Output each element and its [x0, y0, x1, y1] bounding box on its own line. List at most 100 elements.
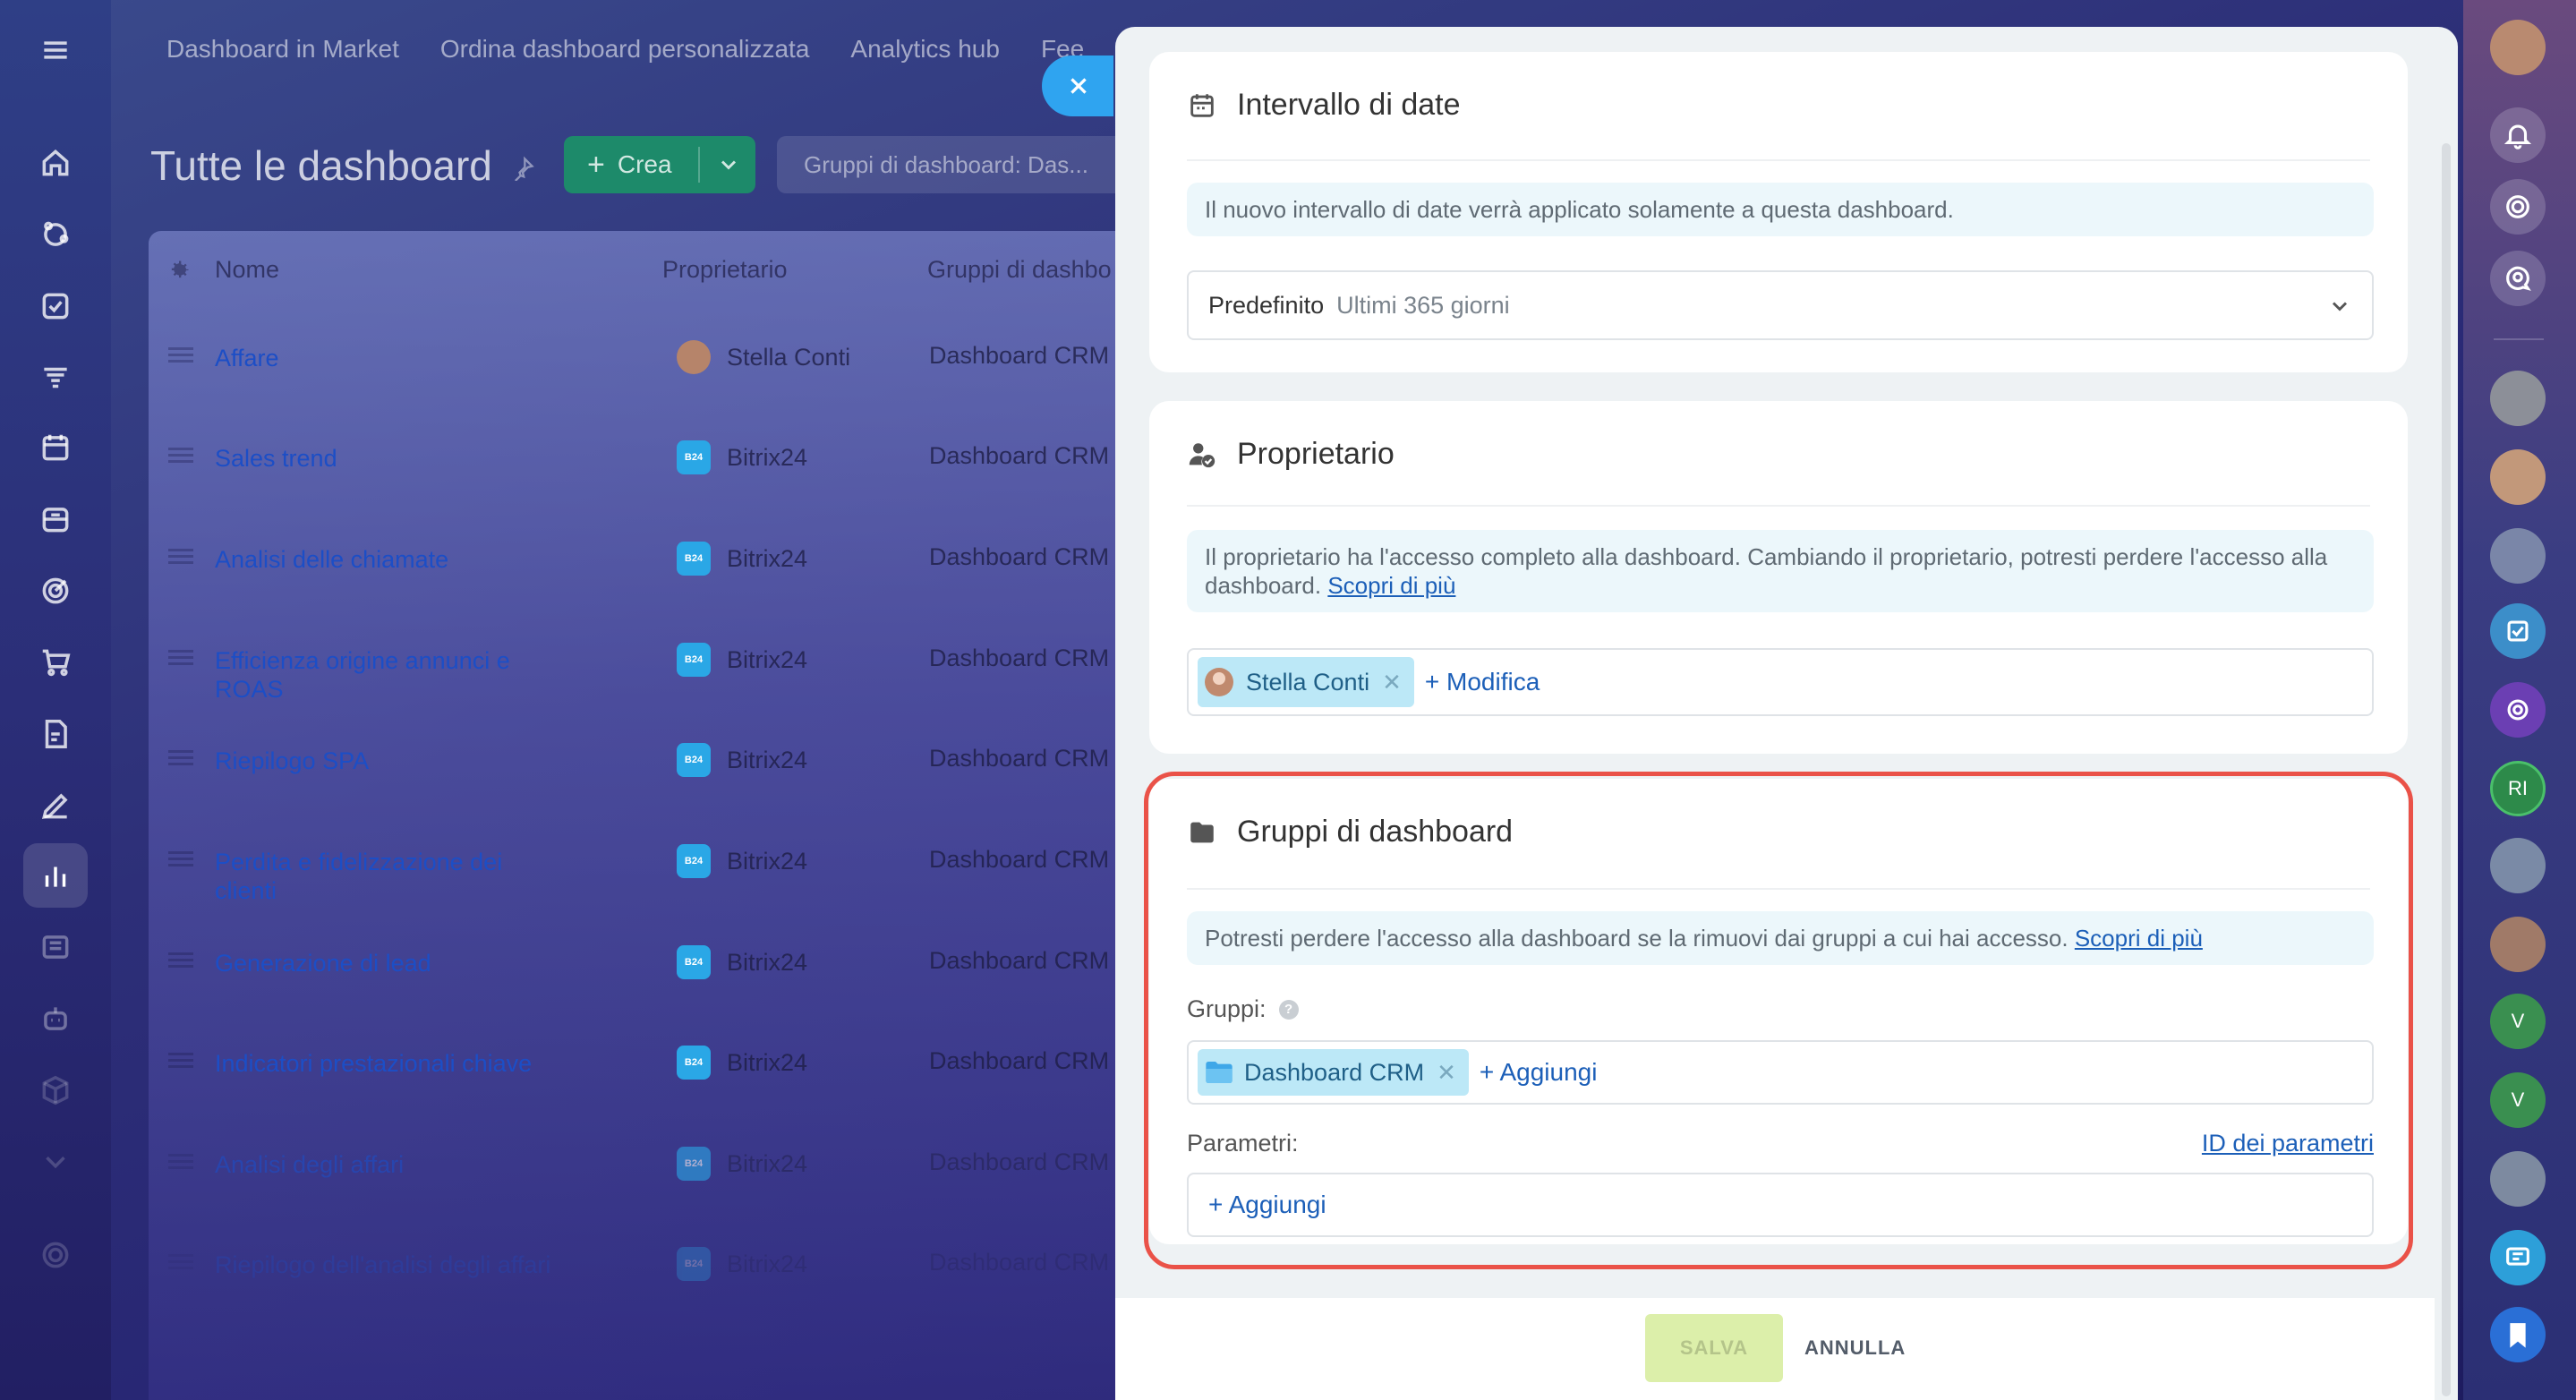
- modify-owner-link[interactable]: + Modifica: [1425, 668, 1540, 696]
- group-tag[interactable]: Dashboard CRM ✕: [1198, 1049, 1469, 1096]
- owner-learn-more-link[interactable]: Scopri di più: [1327, 572, 1455, 599]
- home-icon[interactable]: [23, 131, 88, 195]
- bell-icon[interactable]: [2490, 107, 2546, 163]
- group-filter[interactable]: Gruppi di dashboard: Das...: [777, 136, 1135, 193]
- drag-handle-icon[interactable]: [168, 448, 193, 463]
- nav-link-order-dashboard[interactable]: Ordina dashboard personalizzata: [440, 35, 809, 64]
- nav-link-market[interactable]: Dashboard in Market: [166, 35, 399, 64]
- cancel-button[interactable]: ANNULLA: [1804, 1314, 1906, 1382]
- chevron-down-icon[interactable]: [23, 1130, 88, 1194]
- column-header-owner[interactable]: Proprietario: [662, 256, 788, 284]
- news-icon[interactable]: [23, 915, 88, 979]
- chevron-down-icon[interactable]: [716, 152, 741, 177]
- table-row[interactable]: Generazione di lead B24 Bitrix24 Dashboa…: [149, 942, 1142, 1042]
- column-header-name[interactable]: Nome: [215, 256, 279, 284]
- filter-icon[interactable]: [23, 346, 88, 410]
- column-header-groups[interactable]: Gruppi di dashbo: [927, 256, 1112, 284]
- avatar[interactable]: [2490, 371, 2546, 426]
- gear-icon[interactable]: [166, 258, 192, 283]
- user-avatar[interactable]: [2490, 20, 2546, 75]
- menu-icon[interactable]: [23, 18, 88, 82]
- table-row[interactable]: Efficienza origine annunci e ROAS B24 Bi…: [149, 639, 1142, 739]
- create-button[interactable]: + Crea: [564, 136, 755, 193]
- table-row[interactable]: Perdita e fidelizzazione dei clienti B24…: [149, 841, 1142, 941]
- dashboard-name-link[interactable]: Indicatori prestazionali chiave: [215, 1049, 609, 1078]
- tasks-icon[interactable]: [23, 274, 88, 338]
- dashboard-name-link[interactable]: Riepilogo dell'analisi degli affari: [215, 1251, 609, 1279]
- drag-handle-icon[interactable]: [168, 347, 193, 363]
- dashboard-name-link[interactable]: Perdita e fidelizzazione dei clienti: [215, 848, 555, 905]
- settings-icon[interactable]: [23, 1223, 88, 1287]
- drag-handle-icon[interactable]: [168, 1053, 193, 1068]
- groups-learn-more-link[interactable]: Scopri di più: [2075, 925, 2203, 952]
- remove-tag-icon[interactable]: ✕: [1437, 1059, 1456, 1087]
- params-selector[interactable]: + Aggiungi: [1187, 1173, 2374, 1237]
- target-icon[interactable]: [2490, 179, 2546, 235]
- owner-tag[interactable]: Stella Conti ✕: [1198, 657, 1414, 707]
- cube-icon[interactable]: [23, 1058, 88, 1123]
- add-parameter-link[interactable]: + Aggiungi: [1208, 1191, 1326, 1219]
- save-button[interactable]: SALVA: [1645, 1314, 1783, 1382]
- drag-handle-icon[interactable]: [168, 851, 193, 866]
- drag-handle-icon[interactable]: [168, 650, 193, 665]
- owner-selector[interactable]: Stella Conti ✕ + Modifica: [1187, 648, 2374, 716]
- table-row[interactable]: Riepilogo dell'analisi degli affari B24 …: [149, 1243, 1142, 1344]
- table-row[interactable]: Affare Stella Conti Dashboard CRM: [149, 337, 1142, 437]
- bookmark-icon[interactable]: [2490, 1307, 2546, 1362]
- owner-name: Bitrix24: [727, 949, 808, 976]
- date-range-select[interactable]: Predefinito Ultimi 365 giorni: [1187, 270, 2374, 340]
- cart-icon[interactable]: [23, 630, 88, 695]
- dashboard-name-link[interactable]: Generazione di lead: [215, 949, 555, 977]
- pen-icon[interactable]: [23, 773, 88, 838]
- table-row[interactable]: Indicatori prestazionali chiave B24 Bitr…: [149, 1042, 1142, 1142]
- avatar[interactable]: [2490, 449, 2546, 505]
- owner-name: Bitrix24: [727, 545, 808, 572]
- remove-tag-icon[interactable]: ✕: [1382, 669, 1402, 696]
- dashboard-name-link[interactable]: Riepilogo SPA: [215, 747, 555, 775]
- nav-link-analytics-hub[interactable]: Analytics hub: [850, 35, 1000, 64]
- groups-selector[interactable]: Dashboard CRM ✕ + Aggiungi: [1187, 1040, 2374, 1105]
- dashboard-name-link[interactable]: Sales trend: [215, 444, 555, 473]
- drag-handle-icon[interactable]: [168, 952, 193, 968]
- robot-icon[interactable]: [23, 986, 88, 1051]
- open-channel-icon[interactable]: [2490, 1230, 2546, 1285]
- owner-name: Bitrix24: [727, 747, 808, 773]
- calendar-icon[interactable]: [23, 415, 88, 480]
- chat-search-icon[interactable]: [2490, 251, 2546, 306]
- analytics-icon[interactable]: [23, 843, 88, 908]
- drag-handle-icon[interactable]: [168, 1154, 193, 1169]
- divider: [1187, 159, 2370, 161]
- dashboard-name-link[interactable]: Efficienza origine annunci e ROAS: [215, 646, 555, 704]
- table-row[interactable]: Analisi degli affari B24 Bitrix24 Dashbo…: [149, 1143, 1142, 1243]
- target-icon[interactable]: [23, 559, 88, 623]
- drag-handle-icon[interactable]: [168, 1254, 193, 1269]
- dashboard-name-link[interactable]: Affare: [215, 344, 555, 372]
- table-row[interactable]: Analisi delle chiamate B24 Bitrix24 Dash…: [149, 538, 1142, 638]
- avatar[interactable]: [2490, 1151, 2546, 1207]
- copilot-icon[interactable]: [2490, 682, 2546, 738]
- avatar[interactable]: [2490, 528, 2546, 584]
- avatar[interactable]: [2490, 917, 2546, 972]
- table-row[interactable]: Riepilogo SPA B24 Bitrix24 Dashboard CRM: [149, 739, 1142, 840]
- dashboard-groups-card: Gruppi di dashboard Potresti perdere l'a…: [1149, 779, 2408, 1244]
- chat-avatar-v[interactable]: V: [2490, 1072, 2546, 1128]
- help-icon[interactable]: ?: [1278, 999, 1299, 1020]
- drag-handle-icon[interactable]: [168, 549, 193, 564]
- crm-icon[interactable]: [23, 202, 88, 267]
- storage-icon[interactable]: [23, 487, 88, 551]
- dashboard-name-link[interactable]: Analisi delle chiamate: [215, 545, 555, 574]
- add-group-link[interactable]: + Aggiungi: [1480, 1058, 1598, 1087]
- params-id-link[interactable]: ID dei parametri: [2202, 1130, 2374, 1157]
- close-panel-button[interactable]: [1042, 55, 1113, 116]
- avatar[interactable]: [2490, 838, 2546, 893]
- dashboard-name-link[interactable]: Analisi degli affari: [215, 1150, 555, 1179]
- scrollbar[interactable]: [2442, 143, 2451, 1396]
- table-row[interactable]: Sales trend B24 Bitrix24 Dashboard CRM: [149, 437, 1142, 537]
- group-chat-avatar[interactable]: RI: [2490, 761, 2546, 816]
- tasks-chat-icon[interactable]: [2490, 603, 2546, 659]
- pin-icon[interactable]: [510, 156, 535, 181]
- document-sign-icon[interactable]: [23, 702, 88, 766]
- chat-avatar-v[interactable]: V: [2490, 994, 2546, 1049]
- calendar-icon: [1190, 93, 1214, 117]
- drag-handle-icon[interactable]: [168, 750, 193, 765]
